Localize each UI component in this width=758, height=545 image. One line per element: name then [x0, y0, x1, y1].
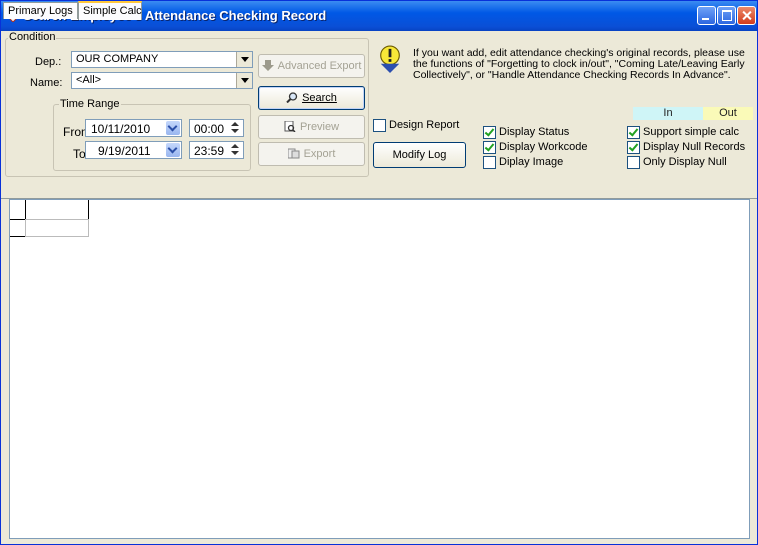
- tab-primary-logs[interactable]: Primary Logs: [3, 2, 78, 19]
- legend-out: Out: [703, 107, 753, 120]
- minimize-button[interactable]: [697, 6, 716, 25]
- search-icon: [286, 92, 298, 103]
- from-time-value: 00:00: [194, 122, 225, 136]
- advanced-export-label: Advanced Export: [277, 60, 362, 72]
- from-date-picker[interactable]: 10/11/2010: [85, 119, 182, 137]
- legend-in: In: [633, 107, 703, 120]
- dep-dropdown[interactable]: OUR COMPANY: [71, 51, 253, 68]
- modify-log-button[interactable]: Modify Log: [373, 142, 466, 168]
- from-time-spinner[interactable]: [228, 121, 242, 135]
- diplay-image-box[interactable]: [483, 156, 496, 169]
- calendar-dropdown-icon[interactable]: [166, 121, 180, 135]
- spin-down-icon[interactable]: [228, 150, 242, 157]
- lightbulb-icon: [380, 45, 400, 73]
- spin-down-icon[interactable]: [228, 128, 242, 135]
- dep-value: OUR COMPANY: [76, 53, 159, 65]
- display-workcode-label: Display Workcode: [499, 141, 588, 153]
- to-time-spinner[interactable]: [228, 143, 242, 157]
- from-date-value: 10/11/2010: [91, 122, 151, 136]
- modify-log-label: Modify Log: [392, 149, 447, 161]
- grid-row-header-cell[interactable]: [10, 219, 26, 237]
- grid-corner-cell: [10, 200, 26, 220]
- only-display-null-box[interactable]: [627, 156, 640, 169]
- display-status-label: Display Status: [499, 126, 570, 138]
- diplay-image-label: Diplay Image: [499, 156, 564, 168]
- preview-button[interactable]: Preview: [258, 115, 365, 139]
- condition-legend: Condition: [8, 31, 57, 43]
- to-date-picker[interactable]: 9/19/2011: [85, 141, 182, 159]
- dep-label: Dep.:: [35, 56, 62, 68]
- name-label: Name:: [30, 77, 63, 89]
- display-null-records-label: Display Null Records: [643, 141, 746, 153]
- spin-up-icon[interactable]: [228, 143, 242, 150]
- maximize-button[interactable]: [717, 6, 736, 25]
- search-button[interactable]: Search: [258, 86, 365, 110]
- tab-strip: [1, 179, 757, 199]
- search-label: Search: [302, 92, 337, 104]
- to-time-value: 23:59: [194, 144, 225, 158]
- close-button[interactable]: [737, 6, 756, 25]
- design-report-box[interactable]: [373, 119, 386, 132]
- export-label: Export: [303, 148, 336, 160]
- only-display-null-label: Only Display Null: [643, 156, 727, 168]
- name-dropdown[interactable]: <All>: [71, 72, 253, 89]
- to-label: To: [73, 147, 86, 161]
- grid-data-cell[interactable]: [25, 219, 89, 237]
- status-bar: [1, 540, 757, 544]
- to-time-field[interactable]: 23:59: [189, 141, 244, 159]
- support-simple-calc-label: Support simple calc: [643, 126, 739, 138]
- info-text: If you want add, edit attendance checkin…: [413, 47, 745, 81]
- down-arrow-icon: [261, 60, 274, 71]
- records-grid[interactable]: [9, 199, 750, 539]
- tab-primary-logs-label: Primary Logs: [8, 5, 73, 17]
- spin-up-icon[interactable]: [228, 121, 242, 128]
- display-workcode-box[interactable]: [483, 141, 496, 154]
- chevron-down-icon[interactable]: [236, 73, 252, 88]
- export-button[interactable]: Export: [258, 142, 365, 166]
- time-range-legend: Time Range: [59, 98, 121, 110]
- display-status-box[interactable]: [483, 126, 496, 139]
- advanced-export-button[interactable]: Advanced Export: [258, 54, 365, 78]
- tab-simple-calc[interactable]: Simple Calc: [78, 1, 142, 20]
- display-null-records-box[interactable]: [627, 141, 640, 154]
- preview-label: Preview: [299, 121, 340, 133]
- preview-icon: [284, 121, 296, 132]
- tab-simple-calc-label: Simple Calc: [83, 5, 142, 17]
- support-simple-calc-box[interactable]: [627, 126, 640, 139]
- name-value: <All>: [76, 74, 102, 86]
- main-window: Search Employee's Attendance Checking Re…: [0, 0, 758, 545]
- design-report-label: Design Report: [389, 119, 460, 131]
- chevron-down-icon[interactable]: [236, 52, 252, 67]
- to-date-value: 9/19/2011: [98, 144, 151, 158]
- export-icon: [287, 148, 300, 159]
- grid-header-cell[interactable]: [25, 200, 89, 220]
- calendar-dropdown-icon[interactable]: [166, 143, 180, 157]
- from-time-field[interactable]: 00:00: [189, 119, 244, 137]
